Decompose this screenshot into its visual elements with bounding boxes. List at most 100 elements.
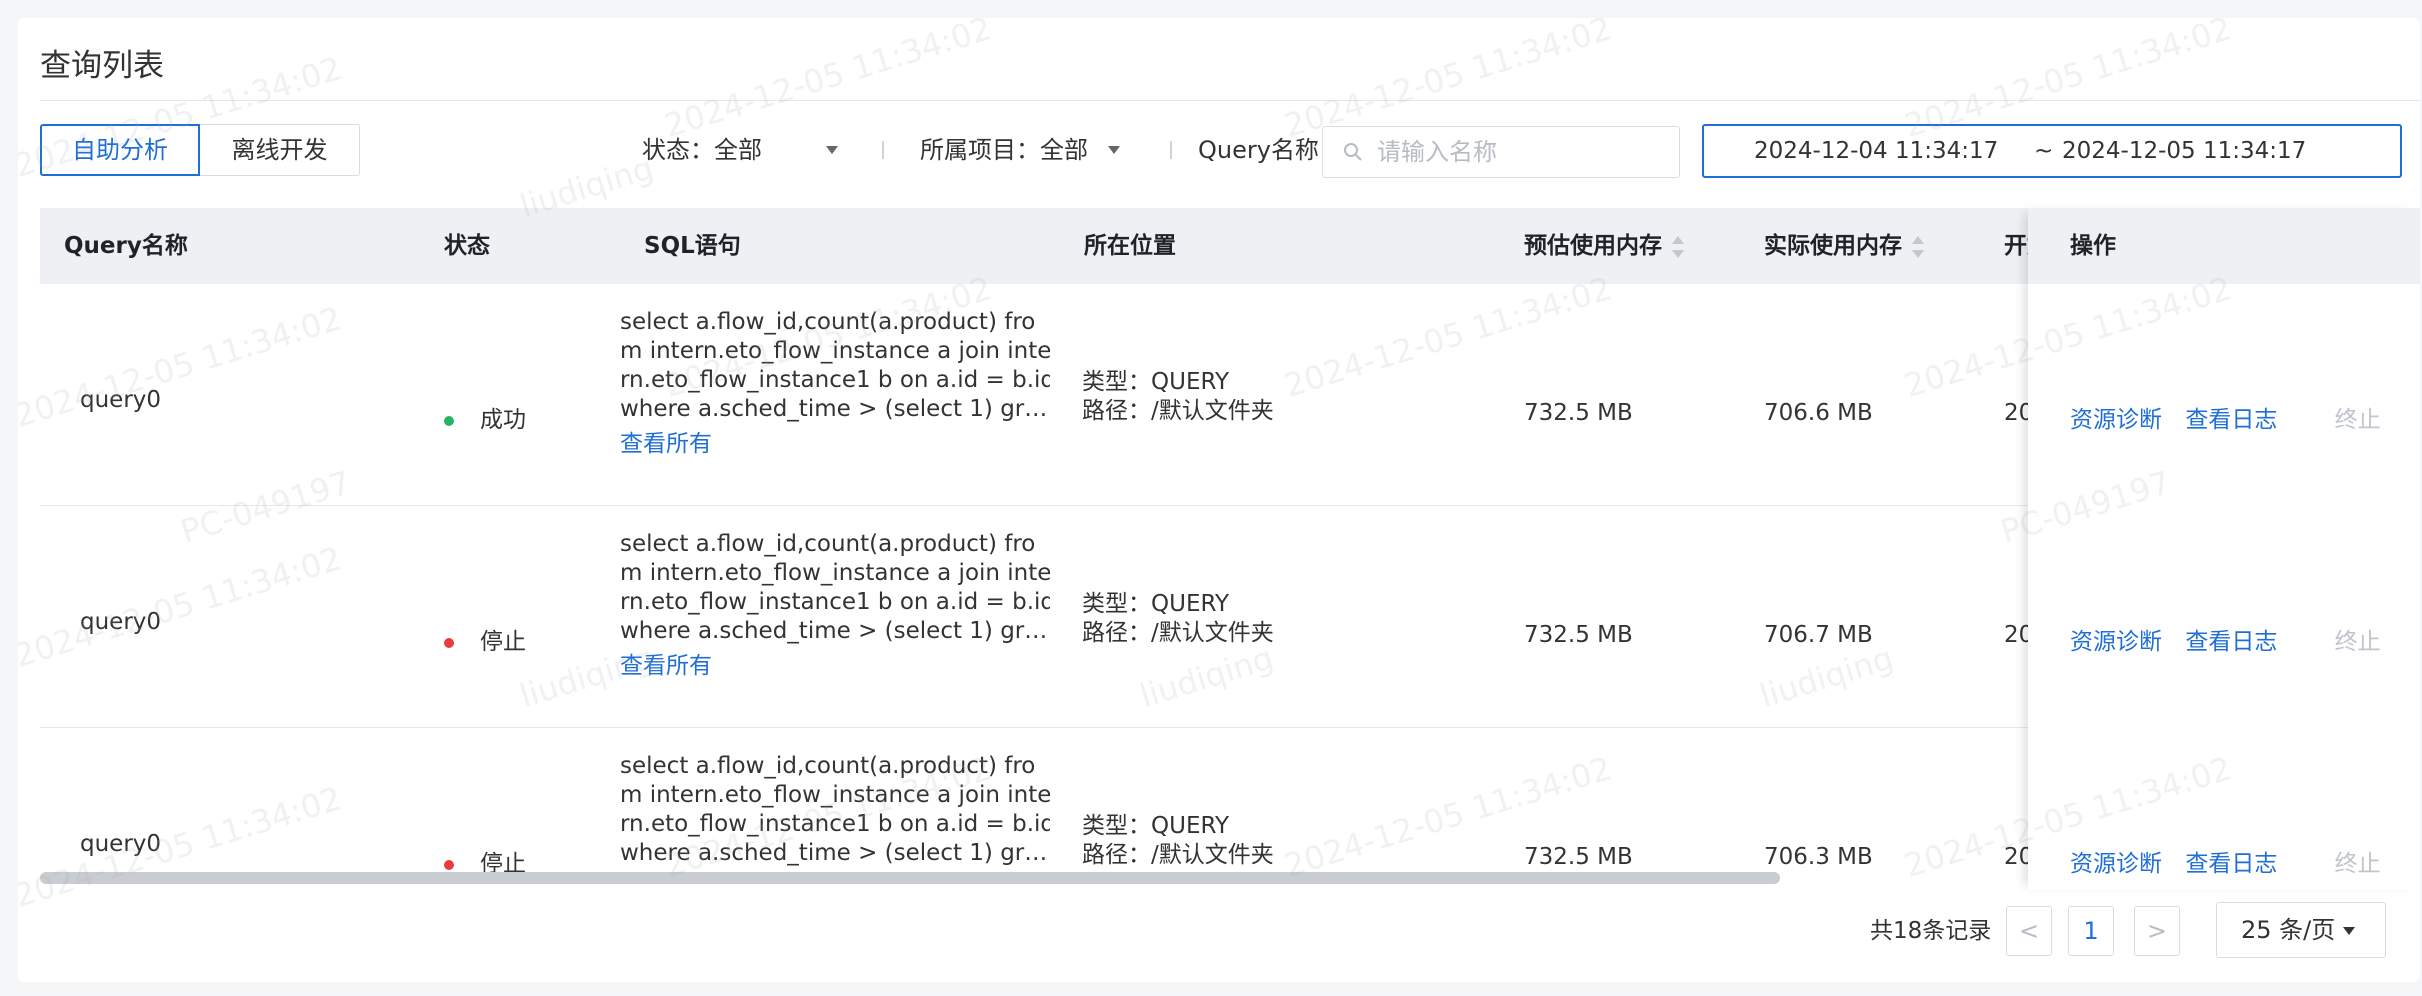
page-size-select[interactable]: 25 条/页 bbox=[2216, 902, 2386, 958]
location: 类型：QUERY 路径：/默认文件夹 bbox=[1082, 812, 1274, 870]
date-end[interactable]: 2024-12-05 11:34:17 bbox=[2062, 138, 2306, 164]
mode-tabs: 自助分析 离线开发 bbox=[40, 124, 360, 176]
sql-statement: select a.flow_id,count(a.product) fro m … bbox=[620, 308, 1050, 459]
view-log-link[interactable]: 查看日志 bbox=[2185, 629, 2277, 655]
sql-line: select a.flow_id,count(a.product) fro bbox=[620, 753, 1036, 779]
project-filter[interactable]: 所属项目： 全部 bbox=[920, 124, 1120, 176]
query-list-card: 查询列表 自助分析 离线开发 状态： 全部 所属项目： 全部 Query名称 2… bbox=[18, 18, 2420, 982]
tab-self-analysis[interactable]: 自助分析 bbox=[40, 124, 200, 176]
status-cell: 停止 bbox=[444, 622, 526, 656]
status-filter-value: 全部 bbox=[714, 136, 762, 164]
sql-line: rn.eto_flow_instance1 b on a.id = b.id bbox=[620, 367, 1050, 393]
chevron-down-icon bbox=[826, 146, 838, 154]
total-records: 共18条记录 bbox=[1870, 918, 1992, 944]
project-filter-label: 所属项目： bbox=[920, 136, 1040, 164]
col-act-mem[interactable]: 实际使用内存 bbox=[1764, 208, 1924, 284]
location-path: 路径：/默认文件夹 bbox=[1082, 620, 1274, 646]
sql-line: where a.sched_time > (select 1) gr… bbox=[620, 396, 1048, 422]
status-dot-icon bbox=[444, 415, 454, 426]
status-cell: 成功 bbox=[444, 400, 526, 434]
date-range-picker[interactable]: 2024-12-04 11:34:17 ~ 2024-12-05 11:34:1… bbox=[1702, 124, 2402, 178]
query-name: query0 bbox=[80, 831, 162, 857]
row-actions: 资源诊断 查看日志 终止 bbox=[2070, 844, 2381, 878]
page-1-button[interactable]: 1 bbox=[2068, 906, 2114, 956]
divider bbox=[882, 141, 884, 159]
query-name-label: Query名称 bbox=[1198, 136, 1319, 164]
location-type: 类型：QUERY bbox=[1082, 591, 1230, 617]
col-location: 所在位置 bbox=[1084, 233, 1176, 259]
status-dot-icon bbox=[444, 859, 454, 870]
view-log-link[interactable]: 查看日志 bbox=[2185, 851, 2277, 877]
act-mem: 706.7 MB bbox=[1764, 622, 1873, 648]
status-cell: 停止 bbox=[444, 844, 526, 872]
view-all-link[interactable]: 查看所有 bbox=[620, 430, 1050, 459]
location-path: 路径：/默认文件夹 bbox=[1082, 398, 1274, 424]
query-name: query0 bbox=[80, 609, 162, 635]
location-path: 路径：/默认文件夹 bbox=[1082, 842, 1274, 868]
resource-diagnose-link[interactable]: 资源诊断 bbox=[2070, 407, 2162, 433]
chevron-down-icon bbox=[1108, 146, 1120, 154]
status-filter[interactable]: 状态： 全部 bbox=[642, 124, 862, 176]
terminate-link[interactable]: 终止 bbox=[2335, 407, 2381, 433]
resource-diagnose-link[interactable]: 资源诊断 bbox=[2070, 851, 2162, 877]
sql-statement: select a.flow_id,count(a.product) fro m … bbox=[620, 530, 1050, 681]
query-name: query0 bbox=[80, 387, 162, 413]
col-est-mem[interactable]: 预估使用内存 bbox=[1524, 208, 1684, 284]
location-type: 类型：QUERY bbox=[1082, 813, 1230, 839]
sql-line: where a.sched_time > (select 1) gr… bbox=[620, 618, 1048, 644]
sort-icon[interactable] bbox=[1912, 235, 1924, 258]
act-mem: 706.6 MB bbox=[1764, 400, 1873, 426]
row-actions: 资源诊断 查看日志 终止 bbox=[2070, 400, 2381, 434]
date-range-separator: ~ bbox=[2034, 138, 2054, 164]
terminate-link[interactable]: 终止 bbox=[2335, 629, 2381, 655]
query-name-search[interactable] bbox=[1322, 126, 1680, 178]
act-mem: 706.3 MB bbox=[1764, 844, 1873, 870]
col-est-mem-label: 预估使用内存 bbox=[1524, 233, 1662, 259]
location-type: 类型：QUERY bbox=[1082, 369, 1230, 395]
horizontal-scrollbar[interactable] bbox=[40, 872, 1780, 884]
status-filter-label: 状态： bbox=[642, 136, 714, 164]
est-mem: 732.5 MB bbox=[1524, 400, 1633, 426]
row-actions: 资源诊断 查看日志 终止 bbox=[2070, 622, 2381, 656]
next-page-button[interactable]: > bbox=[2134, 906, 2180, 956]
status-text: 停止 bbox=[480, 851, 526, 872]
sql-statement: select a.flow_id,count(a.product) fro m … bbox=[620, 752, 1050, 868]
col-query-name: Query名称 bbox=[64, 233, 188, 259]
sql-line: rn.eto_flow_instance1 b on a.id = b.id bbox=[620, 811, 1050, 837]
status-dot-icon bbox=[444, 637, 454, 648]
terminate-link[interactable]: 终止 bbox=[2335, 851, 2381, 877]
sql-line: m intern.eto_flow_instance a join inte bbox=[620, 782, 1050, 808]
sql-line: m intern.eto_flow_instance a join inte bbox=[620, 338, 1050, 364]
page-title: 查询列表 bbox=[40, 48, 164, 84]
divider bbox=[1170, 141, 1172, 159]
title-divider bbox=[40, 100, 2420, 101]
sql-line: where a.sched_time > (select 1) gr… bbox=[620, 840, 1048, 866]
sql-line: select a.flow_id,count(a.product) fro bbox=[620, 531, 1036, 557]
actions-header: 操作 bbox=[2028, 208, 2420, 284]
location: 类型：QUERY 路径：/默认文件夹 bbox=[1082, 368, 1274, 426]
prev-page-button[interactable]: < bbox=[2006, 906, 2052, 956]
location: 类型：QUERY 路径：/默认文件夹 bbox=[1082, 590, 1274, 648]
page-size-value: 25 条/页 bbox=[2241, 916, 2336, 944]
view-all-link[interactable]: 查看所有 bbox=[620, 652, 1050, 681]
sql-line: rn.eto_flow_instance1 b on a.id = b.id bbox=[620, 589, 1050, 615]
col-status: 状态 bbox=[444, 233, 490, 259]
sort-icon[interactable] bbox=[1672, 235, 1684, 258]
date-start[interactable]: 2024-12-04 11:34:17 bbox=[1754, 138, 1998, 164]
tab-offline-dev[interactable]: 离线开发 bbox=[200, 124, 360, 176]
chevron-down-icon bbox=[2343, 927, 2356, 935]
col-act-mem-label: 实际使用内存 bbox=[1764, 233, 1902, 259]
col-actions: 操作 bbox=[2070, 233, 2116, 259]
status-text: 成功 bbox=[480, 407, 526, 433]
est-mem: 732.5 MB bbox=[1524, 622, 1633, 648]
search-input[interactable] bbox=[1375, 137, 1679, 167]
search-icon bbox=[1344, 143, 1362, 161]
actions-column: 操作 资源诊断 查看日志 终止 资源诊断 查看日志 终止 资源诊断 查看日志 终… bbox=[2028, 208, 2420, 890]
resource-diagnose-link[interactable]: 资源诊断 bbox=[2070, 629, 2162, 655]
sql-line: m intern.eto_flow_instance a join inte bbox=[620, 560, 1050, 586]
col-sql: SQL语句 bbox=[644, 233, 741, 259]
project-filter-value: 全部 bbox=[1040, 136, 1088, 164]
view-log-link[interactable]: 查看日志 bbox=[2185, 407, 2277, 433]
status-text: 停止 bbox=[480, 629, 526, 655]
est-mem: 732.5 MB bbox=[1524, 844, 1633, 870]
